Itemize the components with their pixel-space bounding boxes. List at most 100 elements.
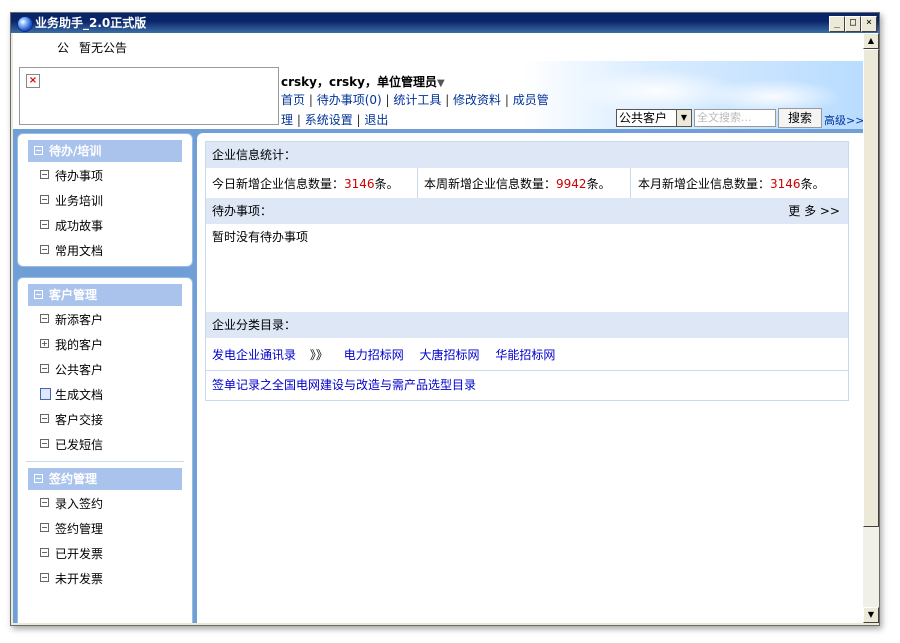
nav-link-edit-profile[interactable]: 修改资料	[453, 93, 501, 107]
sidebar-item-label: 生成文档	[55, 388, 104, 402]
catalog-link-power-directory[interactable]: 发电企业通讯录	[212, 348, 296, 362]
panel-header-todo[interactable]: 待办/培训	[28, 140, 182, 162]
sidebar-item-label: 新添客户	[55, 313, 104, 327]
nav-link-home[interactable]: 首页	[281, 93, 305, 107]
collapse-icon	[34, 474, 43, 483]
stat-month: 本月新增企业信息数量：3146条。	[638, 170, 825, 198]
search-scope-select[interactable]: 公共客户 ▼	[616, 109, 692, 127]
advanced-search-link[interactable]: 高级>>	[824, 112, 863, 128]
sidebar-item-customer-handover[interactable]: 客户交接	[40, 412, 103, 428]
top-nav-line1: 首页 | 待办事项(0) | 统计工具 | 修改资料 | 成员管	[281, 93, 549, 107]
main-panel: 企业信息统计： 今日新增企业信息数量：3146条。 本周新增企业信息数量：994…	[197, 133, 863, 623]
sidebar-item-label: 未开发票	[55, 572, 104, 586]
sidebar: 待办/培训 待办事项 业务培训 成功故事 常用文档 客户管理 新添客户 我的客户…	[17, 133, 193, 623]
sidebar-panel-customers: 客户管理 新添客户 我的客户 公共客户 生成文档 客户交接 已发短信 签约管理 …	[17, 277, 193, 623]
content-area: 待办/培训 待办事项 业务培训 成功故事 常用文档 客户管理 新添客户 我的客户…	[13, 129, 863, 623]
search-button[interactable]: 搜索	[778, 108, 822, 128]
title-bar[interactable]: 业务助手_2.0正式版 _ □ ×	[11, 13, 879, 33]
dropdown-arrow-icon[interactable]: ▼	[437, 78, 445, 89]
sidebar-item-label: 成功故事	[55, 219, 104, 233]
minimize-button[interactable]: _	[829, 16, 845, 32]
sidebar-item-common-docs[interactable]: 常用文档	[40, 243, 103, 259]
maximize-button[interactable]: □	[845, 16, 861, 32]
nav-link-member-manage-cont[interactable]: 理	[281, 113, 293, 127]
scroll-up-icon[interactable]: ▲	[863, 33, 879, 49]
stat-value: 3146	[344, 177, 375, 191]
sidebar-item-generate-docs[interactable]: 生成文档	[40, 387, 103, 403]
stat-today: 今日新增企业信息数量：3146条。	[212, 170, 399, 198]
expand-icon[interactable]	[40, 339, 49, 348]
sidebar-item-label: 已开发票	[55, 547, 104, 561]
sidebar-item-unissued-invoices[interactable]: 未开发票	[40, 571, 103, 587]
nav-link-todo[interactable]: 待办事项(0)	[317, 93, 382, 107]
sidebar-item-label: 客户交接	[55, 413, 104, 427]
bullet-icon	[40, 364, 49, 373]
nav-link-member-manage[interactable]: 成员管	[513, 93, 549, 107]
panel-header-customers[interactable]: 客户管理	[28, 284, 182, 306]
catalog-separator: 》》	[309, 348, 328, 362]
close-button[interactable]: ×	[861, 16, 877, 32]
vertical-scrollbar[interactable]: ▲ ▼	[863, 33, 879, 623]
panel-title: 签约管理	[49, 472, 98, 486]
scroll-down-icon[interactable]: ▼	[863, 607, 879, 623]
sidebar-item-enter-contract[interactable]: 录入签约	[40, 496, 103, 512]
app-logo-icon	[17, 16, 33, 32]
nav-link-stats-tools[interactable]: 统计工具	[393, 93, 441, 107]
divider	[26, 461, 184, 462]
catalog-title: 企业分类目录：	[212, 318, 297, 332]
scroll-thumb[interactable]	[863, 49, 879, 527]
top-nav-line2: 理 | 系统设置 | 退出	[281, 113, 389, 127]
catalog-link-huaneng-tender[interactable]: 华能招标网	[495, 348, 555, 362]
stats-title: 企业信息统计：	[212, 148, 297, 162]
sidebar-panel-todo: 待办/培训 待办事项 业务培训 成功故事 常用文档	[17, 133, 193, 267]
bullet-icon	[40, 414, 49, 423]
stat-value: 9942	[556, 177, 587, 191]
bullet-icon	[40, 195, 49, 204]
sidebar-item-my-customers[interactable]: 我的客户	[40, 337, 103, 353]
todo-more-link[interactable]: 更 多 >>	[788, 198, 840, 224]
todo-empty-text: 暂时没有待办事项	[212, 230, 309, 244]
nav-link-settings[interactable]: 系统设置	[305, 113, 353, 127]
stat-value: 3146	[770, 177, 801, 191]
dashboard-box: 企业信息统计： 今日新增企业信息数量：3146条。 本周新增企业信息数量：994…	[205, 141, 849, 401]
bullet-icon	[40, 314, 49, 323]
catalog-header: 企业分类目录：	[206, 312, 848, 338]
bullet-icon	[40, 548, 49, 557]
collapse-icon	[34, 290, 43, 299]
catalog-link-contract-records[interactable]: 签单记录之全国电网建设与改造与需产品选型目录	[212, 376, 476, 393]
nav-link-logout[interactable]: 退出	[364, 113, 388, 127]
sidebar-item-label: 签约管理	[55, 522, 104, 536]
window-title: 业务助手_2.0正式版	[35, 16, 147, 30]
app-window: 业务助手_2.0正式版 _ □ × 公 暂无公告 × crsky，crsky，单…	[10, 12, 880, 626]
bullet-icon	[40, 523, 49, 532]
search-input[interactable]: 全文搜索...	[694, 109, 776, 127]
user-info: crsky，crsky，单位管理员	[281, 75, 437, 89]
sidebar-item-label: 已发短信	[55, 438, 104, 452]
catalog-link-datang-tender[interactable]: 大唐招标网	[420, 348, 480, 362]
sidebar-item-contract-manage[interactable]: 签约管理	[40, 521, 103, 537]
collapse-icon	[34, 146, 43, 155]
panel-header-contracts[interactable]: 签约管理	[28, 468, 182, 490]
sidebar-item-add-customer[interactable]: 新添客户	[40, 312, 103, 328]
sidebar-item-issued-invoices[interactable]: 已开发票	[40, 546, 103, 562]
chevron-down-icon[interactable]: ▼	[676, 110, 691, 126]
search-scope-value: 公共客户	[619, 111, 668, 125]
divider	[206, 370, 848, 371]
broken-image-icon: ×	[26, 74, 40, 88]
stat-unit: 条。	[374, 177, 399, 191]
notice-text: 暂无公告	[79, 41, 128, 55]
bullet-icon	[40, 220, 49, 229]
sidebar-item-sent-sms[interactable]: 已发短信	[40, 437, 103, 453]
user-menu[interactable]: crsky，crsky，单位管理员▼	[281, 73, 445, 90]
sidebar-item-label: 公共客户	[55, 363, 104, 377]
sidebar-item-todo[interactable]: 待办事项	[40, 168, 103, 184]
sidebar-item-training[interactable]: 业务培训	[40, 193, 103, 209]
divider	[417, 168, 418, 198]
catalog-link-power-tender[interactable]: 电力招标网	[344, 348, 404, 362]
sidebar-item-public-customers[interactable]: 公共客户	[40, 362, 103, 378]
stats-header: 企业信息统计：	[206, 142, 848, 168]
sidebar-item-label: 业务培训	[55, 194, 104, 208]
panel-title: 客户管理	[49, 288, 98, 302]
catalog-row: 发电企业通讯录 》》 电力招标网 大唐招标网 华能招标网	[212, 346, 555, 363]
sidebar-item-success-stories[interactable]: 成功故事	[40, 218, 103, 234]
